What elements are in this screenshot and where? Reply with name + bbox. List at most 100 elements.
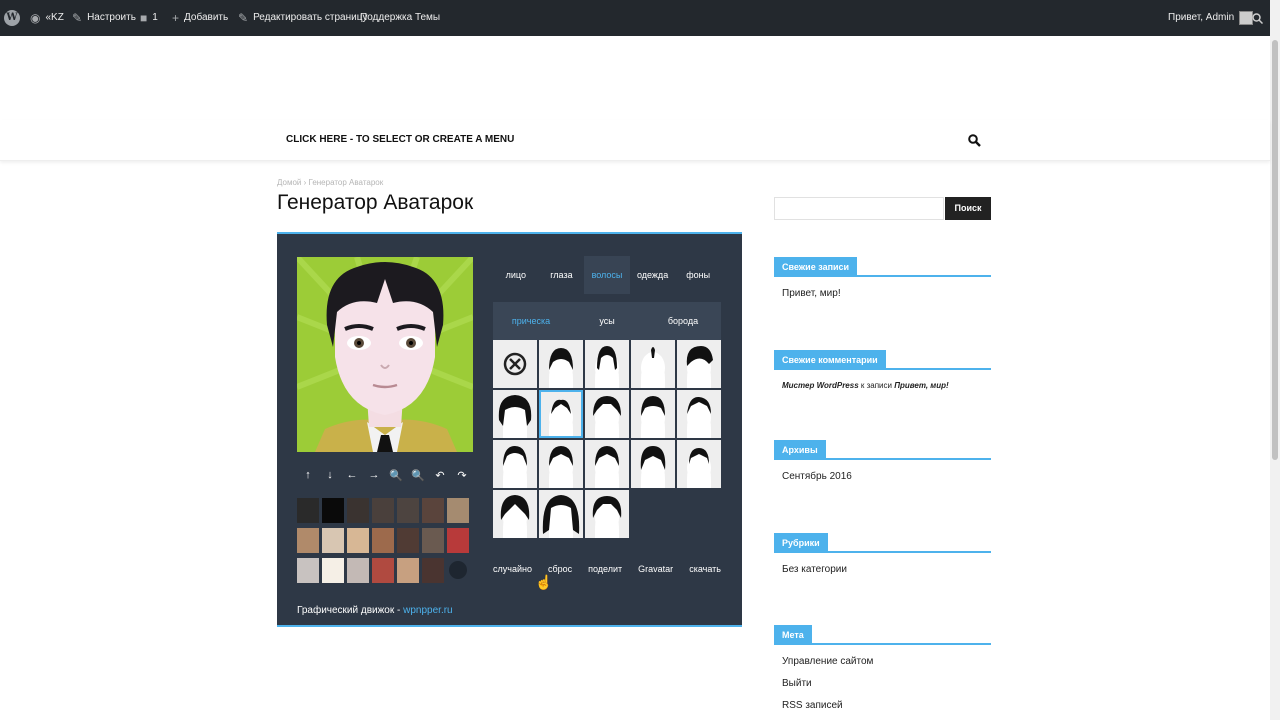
color-swatch[interactable] [347,558,369,583]
tab-clothes[interactable]: одежда [630,256,676,294]
random-button[interactable]: случайно [493,564,532,574]
page-scrollbar[interactable] [1270,0,1280,720]
color-swatch[interactable] [397,528,419,553]
comment-icon: ■ [140,11,148,25]
color-swatch[interactable] [297,498,319,523]
hairstyle-option[interactable] [493,390,537,438]
hairstyle-option[interactable] [677,390,721,438]
subtab-hairstyle[interactable]: прическа [493,302,569,340]
no-hairstyle-option[interactable] [493,340,537,388]
hairstyle-option[interactable] [493,440,537,488]
widget-categories: Рубрики Без категории [774,533,991,575]
widget-title: Рубрики [774,533,828,553]
archive-link[interactable]: Сентябрь 2016 [782,471,991,482]
avatar-actions: случайно сброс поделит Gravatar скачать [493,564,721,574]
avatar-controls: ↑ ↓ ← → 🔍 🔍 ↶ ↷ [297,469,473,482]
color-swatch[interactable] [372,498,394,523]
share-button[interactable]: поделит [588,564,622,574]
engine-link[interactable]: wpnpper.ru [403,605,452,616]
comment-author-link[interactable]: Мистер WordPress [782,381,859,390]
rotate-right-button[interactable]: ↷ [451,469,473,482]
color-swatch[interactable] [397,498,419,523]
color-swatch[interactable] [372,558,394,583]
admin-bar-add-new[interactable]: + Добавить [172,0,228,36]
rotate-left-button[interactable]: ↶ [429,469,451,482]
reset-button[interactable]: сброс [548,564,572,574]
hairstyle-option[interactable] [539,440,583,488]
color-swatch[interactable] [422,498,444,523]
breadcrumb-home[interactable]: Домой [277,178,301,187]
zoom-out-button[interactable]: 🔍 [407,469,429,482]
admin-bar-comments[interactable]: ■ 1 [140,0,158,36]
hairstyle-option[interactable] [631,440,675,488]
subtab-mustache[interactable]: усы [569,302,645,340]
subtab-beard[interactable]: борода [645,302,721,340]
meta-site-admin-link[interactable]: Управление сайтом [782,656,991,667]
admin-bar-account[interactable]: Привет, Admin [1168,0,1254,36]
avatar-preview [297,257,473,452]
hairstyle-option[interactable] [631,390,675,438]
wp-logo-icon[interactable]: W [4,0,20,36]
search-icon[interactable] [968,134,981,152]
move-left-button[interactable]: ← [341,469,363,482]
widget-archives: Архивы Сентябрь 2016 [774,440,991,482]
tab-backgrounds[interactable]: фоны [675,256,721,294]
color-swatch[interactable] [322,498,344,523]
color-swatch[interactable] [447,498,469,523]
widget-meta: Мета Управление сайтом Выйти RSS записей [774,625,991,711]
meta-rss-link[interactable]: RSS записей [782,700,991,711]
breadcrumb: Домой › Генератор Аватарок [277,178,384,187]
avatar-generator: ↑ ↓ ← → 🔍 🔍 ↶ ↷ лицо глаза волосы одежда… [277,232,742,627]
color-swatch[interactable] [422,528,444,553]
color-swatch[interactable] [347,498,369,523]
color-swatch[interactable] [322,558,344,583]
hairstyle-option[interactable] [539,340,583,388]
menu-placeholder-link[interactable]: CLICK HERE - TO SELECT OR CREATE A MENU [286,134,514,145]
meta-logout-link[interactable]: Выйти [782,678,991,689]
move-down-button[interactable]: ↓ [319,469,341,482]
scrollbar-thumb[interactable] [1272,40,1278,460]
widget-recent-posts: Свежие записи Привет, мир! [774,257,991,299]
color-swatch[interactable] [372,528,394,553]
color-swatch[interactable] [322,528,344,553]
engine-credit: Графический движок - wpnpper.ru [297,605,453,616]
hairstyle-option[interactable] [585,440,629,488]
tab-face[interactable]: лицо [493,256,539,294]
color-swatch[interactable] [397,558,419,583]
hairstyle-option[interactable] [585,390,629,438]
sidebar-search-button[interactable]: Поиск [945,197,991,220]
color-swatch[interactable] [297,558,319,583]
comment-post-link[interactable]: Привет, мир! [894,381,948,390]
tab-hair[interactable]: волосы [584,256,630,294]
recent-post-link[interactable]: Привет, мир! [782,288,991,299]
hairstyle-option[interactable] [493,490,537,538]
color-swatch[interactable] [422,558,444,583]
tab-eyes[interactable]: глаза [539,256,585,294]
admin-bar-search-icon[interactable] [1252,0,1263,36]
hairstyle-option[interactable] [539,490,583,538]
hairstyle-option[interactable] [539,390,583,438]
admin-bar-edit-page[interactable]: ✎ Редактировать страницу [238,0,367,36]
color-swatch[interactable] [347,528,369,553]
hairstyle-option[interactable] [585,490,629,538]
color-swatch[interactable] [447,528,469,553]
widget-title: Свежие комментарии [774,350,886,370]
admin-bar-theme-support[interactable]: Поддержка Темы [360,0,440,36]
admin-bar-customize[interactable]: ✎ Настроить [72,0,136,36]
move-up-button[interactable]: ↑ [297,469,319,482]
color-swatch[interactable] [297,528,319,553]
color-palette [297,498,473,583]
color-swatch[interactable] [449,561,467,579]
category-link[interactable]: Без категории [782,564,991,575]
hairstyle-option[interactable] [631,340,675,388]
admin-bar-site[interactable]: ◉ «KZ [30,0,64,36]
download-button[interactable]: скачать [689,564,721,574]
zoom-in-button[interactable]: 🔍 [385,469,407,482]
page-title: Генератор Аватарок [277,191,474,214]
gravatar-button[interactable]: Gravatar [638,564,673,574]
sidebar-search-input[interactable] [774,197,944,220]
move-right-button[interactable]: → [363,469,385,482]
hairstyle-option[interactable] [585,340,629,388]
hairstyle-option[interactable] [677,340,721,388]
hairstyle-option[interactable] [677,440,721,488]
